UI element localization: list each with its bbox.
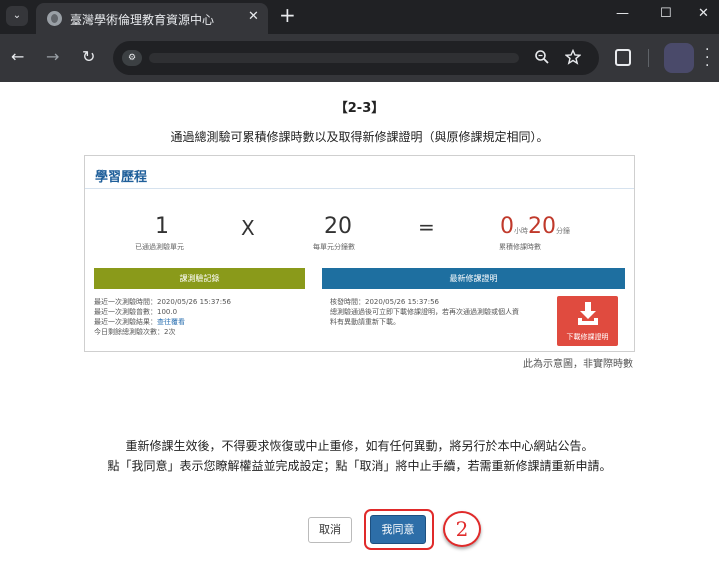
page-subheading: 通過總測驗可累積修課時數以及取得新修課證明（與原修課規定相同）。 bbox=[170, 130, 549, 144]
maximize-button[interactable]: ☐ bbox=[660, 6, 672, 21]
illustration-note: 此為示意圖，非實際時數 bbox=[523, 359, 633, 370]
minutes-per-unit-label: 每單元分鐘數 bbox=[313, 243, 355, 251]
warning-text-line-1: 重新修課生效後，不得要求恢復或中止重修，如有任何異動，將另行於本中心網站公告。 bbox=[125, 439, 594, 453]
reload-icon[interactable]: ↻ bbox=[82, 48, 95, 66]
minutes-value: 20 bbox=[528, 214, 556, 239]
toolbar-divider bbox=[648, 49, 649, 67]
new-tab-button[interactable]: + bbox=[279, 4, 296, 26]
quiz-info-line: 最近一次測驗結果：查往覆看 bbox=[94, 317, 231, 327]
agree-button[interactable]: 我同意 bbox=[370, 515, 426, 544]
minutes-per-unit-value: 20 bbox=[324, 214, 352, 239]
back-icon[interactable]: ← bbox=[11, 48, 24, 66]
step-number-badge: 2 bbox=[443, 511, 481, 547]
learning-history-figure: 學習歷程 1 已通過測驗單元 X 20 每單元分鐘數 = 0小時20分鐘 累積修… bbox=[84, 155, 635, 352]
units-passed-label: 已通過測驗單元 bbox=[135, 243, 184, 251]
certificate-info: 核發時間：2020/05/26 15:37:56 總測驗通過後可立即下載修課證明… bbox=[330, 297, 519, 327]
quiz-result-label: 最近一次測驗結果： bbox=[94, 318, 157, 326]
certificate-bar: 最新修課證明 bbox=[322, 268, 625, 289]
quiz-record-bar: 課測驗記錄 bbox=[94, 268, 305, 289]
quiz-info-line: 最近一次測驗曾數：100.0 bbox=[94, 308, 178, 316]
zoom-icon[interactable] bbox=[534, 49, 550, 69]
download-certificate-button: 下載修課證明 bbox=[557, 296, 618, 346]
extensions-icon[interactable] bbox=[615, 49, 631, 66]
cert-info-line: 總測驗通過後可立即下載修課證明，若再次通過測驗或個人資 bbox=[330, 308, 519, 316]
close-window-button[interactable]: ✕ bbox=[698, 6, 709, 21]
units-passed-value: 1 bbox=[155, 214, 169, 239]
address-bar[interactable]: ⚙ bbox=[113, 41, 599, 75]
total-hours: 0小時20分鐘 bbox=[500, 214, 570, 239]
browser-toolbar: ← → ↻ ⚙ · · · bbox=[0, 34, 719, 82]
profile-avatar[interactable] bbox=[664, 43, 694, 73]
panel-title: 學習歷程 bbox=[95, 170, 148, 185]
star-icon[interactable] bbox=[564, 48, 582, 69]
quiz-result-link: 查往覆看 bbox=[157, 318, 185, 326]
forward-icon[interactable]: → bbox=[46, 48, 59, 66]
cancel-button[interactable]: 取消 bbox=[308, 517, 352, 543]
active-tab[interactable]: 臺灣學術倫理教育資源中心 ✕ bbox=[36, 3, 268, 34]
minimize-button[interactable]: — bbox=[616, 6, 629, 21]
cert-info-line: 核發時間：2020/05/26 15:37:56 bbox=[330, 298, 440, 306]
hours-value: 0 bbox=[500, 214, 514, 239]
menu-icon[interactable]: · · · bbox=[705, 43, 709, 73]
tab-strip: ⌄ 臺灣學術倫理教育資源中心 ✕ + — ☐ ✕ bbox=[0, 0, 719, 34]
panel-rule bbox=[85, 188, 634, 189]
quiz-info-line: 最近一次測驗時間：2020/05/26 15:37:56 bbox=[94, 298, 232, 306]
site-info-icon[interactable]: ⚙ bbox=[122, 50, 142, 66]
url-text bbox=[149, 53, 519, 63]
tab-search-icon[interactable]: ⌄ bbox=[6, 6, 28, 26]
globe-icon bbox=[47, 11, 62, 26]
quiz-info-line: 今日剩餘總測驗次數：2次 bbox=[94, 328, 176, 336]
hours-unit: 小時 bbox=[514, 227, 528, 235]
download-icon bbox=[578, 302, 598, 325]
warning-text-line-2: 點「我同意」表示您瞭解權益並完成設定；點「取消」將中止手續，若需重新修課請重新申… bbox=[107, 459, 612, 473]
tab-title: 臺灣學術倫理教育資源中心 bbox=[70, 13, 215, 27]
page-heading: 【2-3】 bbox=[334, 101, 385, 116]
close-tab-icon[interactable]: ✕ bbox=[248, 9, 259, 24]
equals-sign: = bbox=[418, 215, 435, 239]
quiz-info: 最近一次測驗時間：2020/05/26 15:37:56 最近一次測驗曾數：10… bbox=[94, 297, 231, 337]
minutes-unit: 分鐘 bbox=[556, 227, 570, 235]
times-sign: X bbox=[241, 216, 255, 240]
download-label: 下載修課證明 bbox=[566, 333, 609, 341]
total-hours-label: 累積修課時數 bbox=[499, 243, 541, 251]
cert-info-line: 料有異動請重新下載。 bbox=[330, 318, 400, 326]
